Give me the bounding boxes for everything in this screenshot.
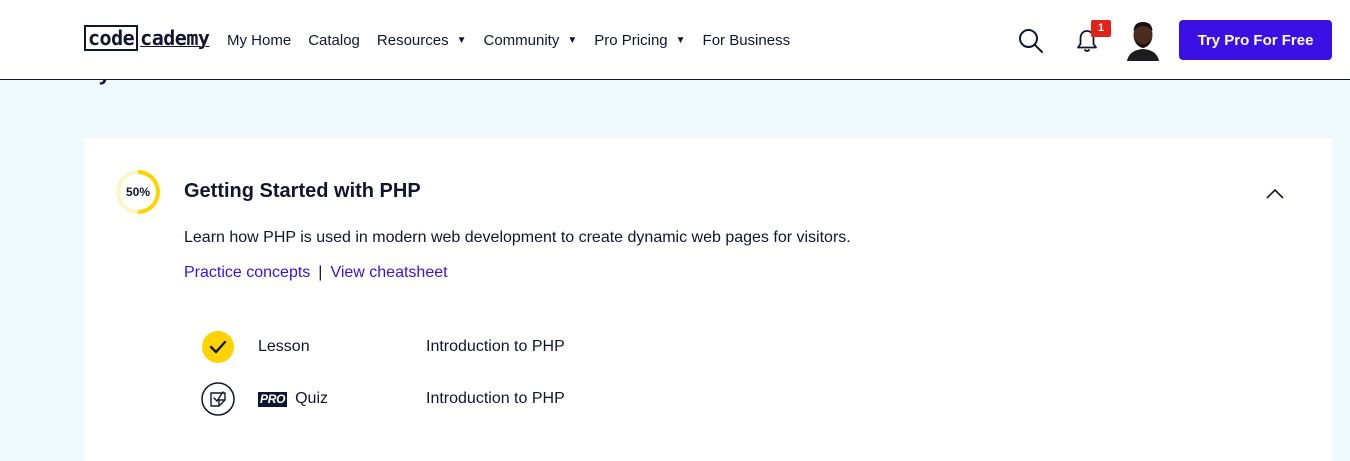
nav-community-label: Community bbox=[483, 31, 560, 49]
nav-my-home-label: My Home bbox=[227, 31, 292, 49]
chevron-up-icon[interactable] bbox=[1265, 186, 1285, 200]
main-nav: My Home Catalog Resources ▼ Community ▼ Pr… bbox=[227, 0, 807, 80]
nav-pro-pricing-label: Pro Pricing bbox=[594, 31, 668, 49]
nav-resources[interactable]: Resources ▼ bbox=[377, 32, 467, 49]
nav-for-business[interactable]: For Business bbox=[703, 32, 791, 49]
top-navigation-bar: code cademy My Home Catalog Resources ▼ Co… bbox=[0, 0, 1350, 80]
item-type-text: Lesson bbox=[258, 338, 310, 355]
nav-resources-label: Resources bbox=[376, 31, 449, 49]
nav-pro-pricing[interactable]: Pro Pricing ▼ bbox=[594, 32, 685, 49]
logo-cademy-text: cademy bbox=[140, 26, 210, 50]
module-title[interactable]: Getting Started with PHP bbox=[184, 180, 421, 203]
nav-catalog-label: Catalog bbox=[308, 31, 360, 49]
notification-badge: 1 bbox=[1091, 20, 1111, 37]
item-name[interactable]: Introduction to PHP bbox=[426, 338, 565, 356]
module-card: 50% Getting Started with PHP Learn how P… bbox=[84, 138, 1332, 461]
item-type-label: PRO Quiz bbox=[258, 390, 328, 408]
item-type-text: Quiz bbox=[295, 390, 329, 407]
nav-for-business-label: For Business bbox=[702, 31, 791, 49]
avatar[interactable] bbox=[1125, 19, 1161, 61]
nav-my-home[interactable]: My Home bbox=[227, 32, 291, 49]
view-cheatsheet-link[interactable]: View cheatsheet bbox=[330, 264, 447, 282]
caret-down-icon: ▼ bbox=[456, 34, 467, 46]
link-separator: | bbox=[318, 264, 323, 281]
list-item-quiz[interactable]: PRO Quiz Introduction to PHP bbox=[201, 382, 801, 418]
module-links: Practice concepts | View cheatsheet bbox=[184, 264, 448, 282]
search-icon[interactable] bbox=[1018, 28, 1044, 54]
try-pro-button[interactable]: Try Pro For Free bbox=[1179, 20, 1332, 60]
quiz-icon bbox=[201, 382, 235, 416]
completed-check-icon bbox=[202, 331, 234, 363]
list-item-lesson[interactable]: Lesson Introduction to PHP bbox=[201, 330, 801, 366]
caret-down-icon: ▼ bbox=[567, 34, 578, 46]
nav-catalog[interactable]: Catalog bbox=[308, 32, 360, 49]
caret-down-icon: ▼ bbox=[675, 34, 686, 46]
codecademy-logo[interactable]: code cademy bbox=[84, 24, 210, 52]
logo-code-box: code bbox=[84, 25, 139, 51]
item-type-label: Lesson bbox=[258, 338, 310, 356]
nav-community[interactable]: Community ▼ bbox=[484, 32, 578, 49]
progress-percent: 50% bbox=[125, 185, 151, 199]
pro-badge: PRO bbox=[258, 391, 288, 407]
practice-concepts-link[interactable]: Practice concepts bbox=[184, 264, 310, 282]
module-description: Learn how PHP is used in modern web deve… bbox=[184, 229, 851, 246]
item-name[interactable]: Introduction to PHP bbox=[426, 390, 565, 408]
